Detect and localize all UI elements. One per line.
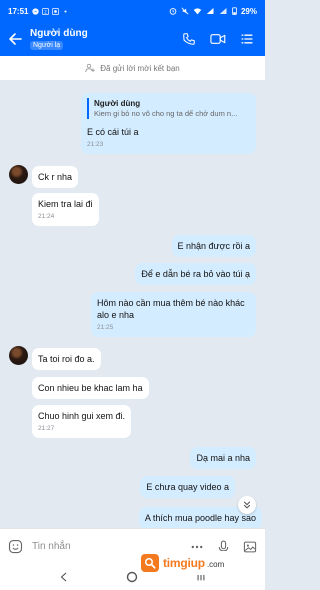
message-bubble-received[interactable]: Con nhieu be khac lam ha	[32, 377, 149, 399]
scroll-down-button[interactable]	[238, 496, 256, 514]
message-bubble-received[interactable]: Chuo hinh gui xem đi. 21:27	[32, 405, 132, 438]
mute-icon	[181, 7, 189, 15]
message-text: Kiem tra lai đi	[38, 199, 93, 209]
message-bubble-received[interactable]: Kiem tra lai đi 21:24	[32, 193, 99, 226]
message-bubble-sent[interactable]: E chưa quay video a	[140, 476, 235, 498]
battery-icon	[232, 7, 237, 15]
more-notifications-dot	[64, 9, 68, 13]
contact-name: Người dùng	[30, 28, 88, 39]
watermark-brand: timgiup	[163, 556, 205, 570]
message-time: 21:25	[97, 324, 114, 331]
message-text: Chuo hinh gui xem đi.	[38, 411, 126, 421]
message-bubble-sent[interactable]: Để e dẫn bé ra bỏ vào túi ạ	[135, 263, 256, 285]
message-bubble-received[interactable]: Ck r nha	[32, 166, 79, 188]
watermark-domain: .com	[206, 559, 225, 569]
signal-icon	[206, 8, 214, 14]
message-text-line-2: alo e nha	[97, 310, 135, 320]
friend-request-text: Đã gửi lời mời kết bạn	[100, 63, 180, 73]
contact-avatar[interactable]	[9, 346, 28, 365]
sticker-icon[interactable]	[8, 539, 23, 554]
friend-request-bar: Đã gửi lời mời kết bạn	[0, 56, 265, 80]
image-icon[interactable]	[243, 540, 257, 554]
message-bubble-sent[interactable]: E nhận được rồi a	[171, 235, 256, 257]
contact-avatar[interactable]	[9, 165, 28, 184]
messenger-icon	[32, 7, 40, 15]
system-icons: 29%	[169, 7, 257, 16]
chat-header: Người dùng Người lạ	[0, 22, 265, 56]
message-text: Con nhieu be khac lam ha	[38, 383, 143, 393]
menu-icon[interactable]	[240, 32, 254, 46]
back-arrow-icon	[9, 33, 22, 45]
stranger-badge: Người lạ	[30, 41, 64, 50]
message-time: 21:24	[38, 213, 55, 220]
message-time: 21:23	[87, 141, 104, 148]
back-button[interactable]	[0, 32, 30, 46]
search-icon	[141, 554, 159, 572]
quoted-text: Kiem gi bỏ no vô cho ng ta dể chở dum n.…	[94, 109, 238, 118]
message-text: Dạ mai a nha	[196, 453, 250, 463]
message-text: Ck r nha	[38, 172, 73, 182]
message-text: E chưa quay video a	[146, 482, 229, 492]
status-bar: 17:51 Z 29%	[0, 0, 265, 22]
phone-call-icon[interactable]	[182, 32, 196, 46]
quoted-message[interactable]: Người dùng Kiem gi bỏ no vô cho ng ta dể…	[87, 98, 250, 119]
zalo-notification-icon: Z	[42, 7, 50, 15]
message-bubble-sent[interactable]: Dạ mai a nha	[190, 447, 256, 469]
notification-icons: Z	[32, 7, 69, 15]
contact-info[interactable]: Người dùng Người lạ	[30, 28, 182, 50]
add-friend-icon	[85, 63, 96, 73]
message-text: E có cái túi a	[87, 127, 139, 137]
wifi-icon	[193, 8, 202, 15]
message-text: Để e dẫn bé ra bỏ vào túi ạ	[141, 269, 250, 279]
message-bubble-sent[interactable]: Người dùng Kiem gi bỏ no vô cho ng ta dể…	[81, 93, 256, 154]
battery-percentage: 29%	[240, 6, 257, 16]
message-text: E nhận được rồi a	[177, 241, 250, 251]
message-text: Ta toi roi đo a.	[38, 354, 95, 364]
header-actions	[182, 32, 265, 46]
message-bubble-sent[interactable]: Hôm nào cần mua thêm bé nào khác alo e n…	[91, 292, 256, 337]
alarm-icon	[169, 8, 177, 15]
chat-area: Người dùng Kiem gi bỏ no vô cho ng ta dể…	[0, 80, 265, 528]
nav-back-icon[interactable]	[59, 572, 69, 582]
svg-text:Z: Z	[45, 9, 48, 14]
message-text: Hôm nào cần mua thêm bé nào khác	[97, 298, 245, 308]
message-time: 21:27	[38, 425, 55, 432]
video-call-icon[interactable]	[210, 32, 226, 46]
signal-2-icon	[219, 8, 227, 14]
message-bubble-received[interactable]: Ta toi roi đo a.	[32, 348, 101, 370]
timgiup-watermark: timgiup .com	[137, 551, 242, 575]
quoted-sender: Người dùng	[94, 99, 141, 108]
status-time: 17:51	[8, 6, 29, 16]
double-chevron-down-icon	[243, 501, 251, 509]
message-text: A thích mua poodle hay sao	[144, 513, 256, 523]
app-notification-icon	[52, 7, 60, 15]
